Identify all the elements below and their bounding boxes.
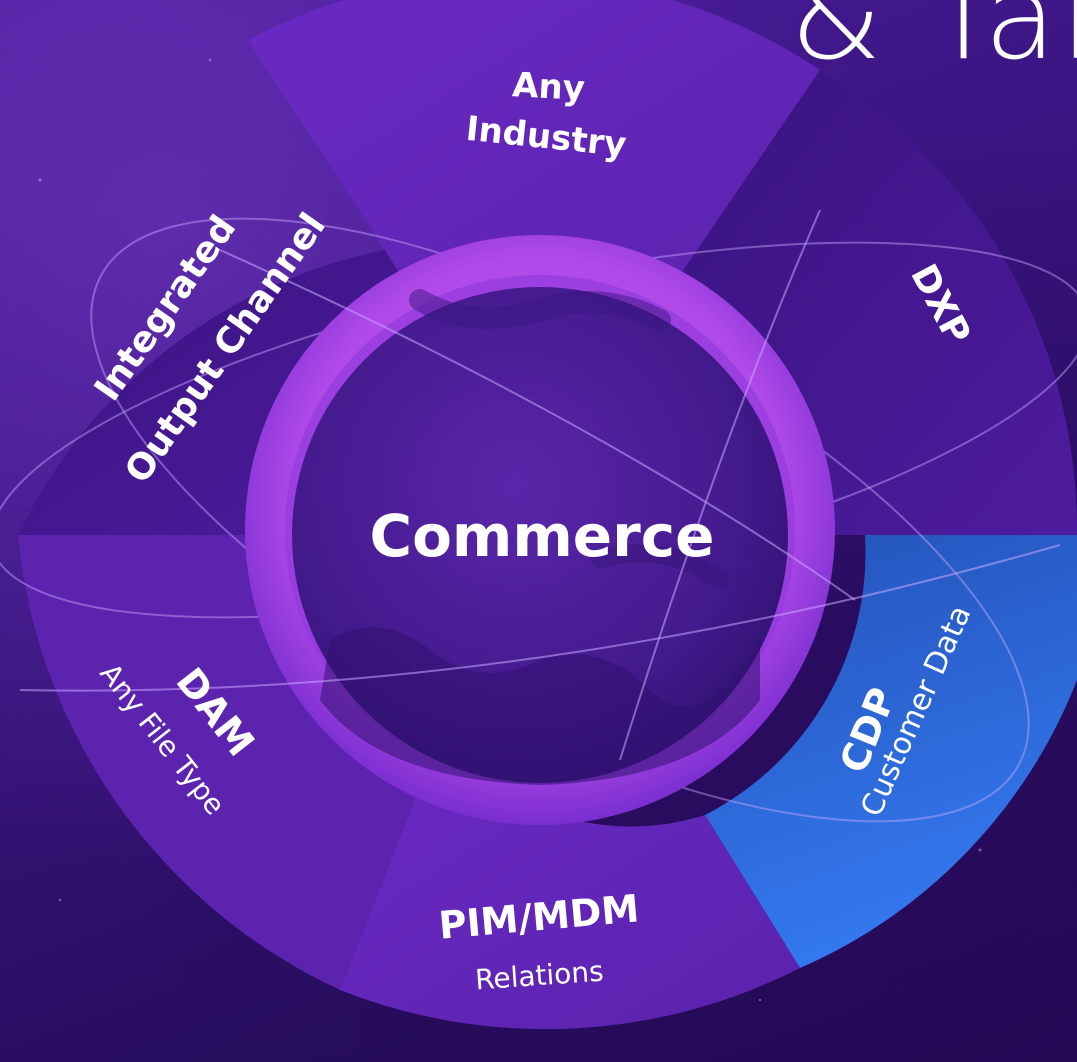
- solution-wheel: Commerce Any Industry DXP CDP Customer D…: [0, 0, 1077, 1030]
- any-industry-line1: Any: [511, 65, 586, 109]
- diagram-canvas: & Tar: [0, 0, 1077, 1062]
- center-label: Commerce: [370, 502, 715, 570]
